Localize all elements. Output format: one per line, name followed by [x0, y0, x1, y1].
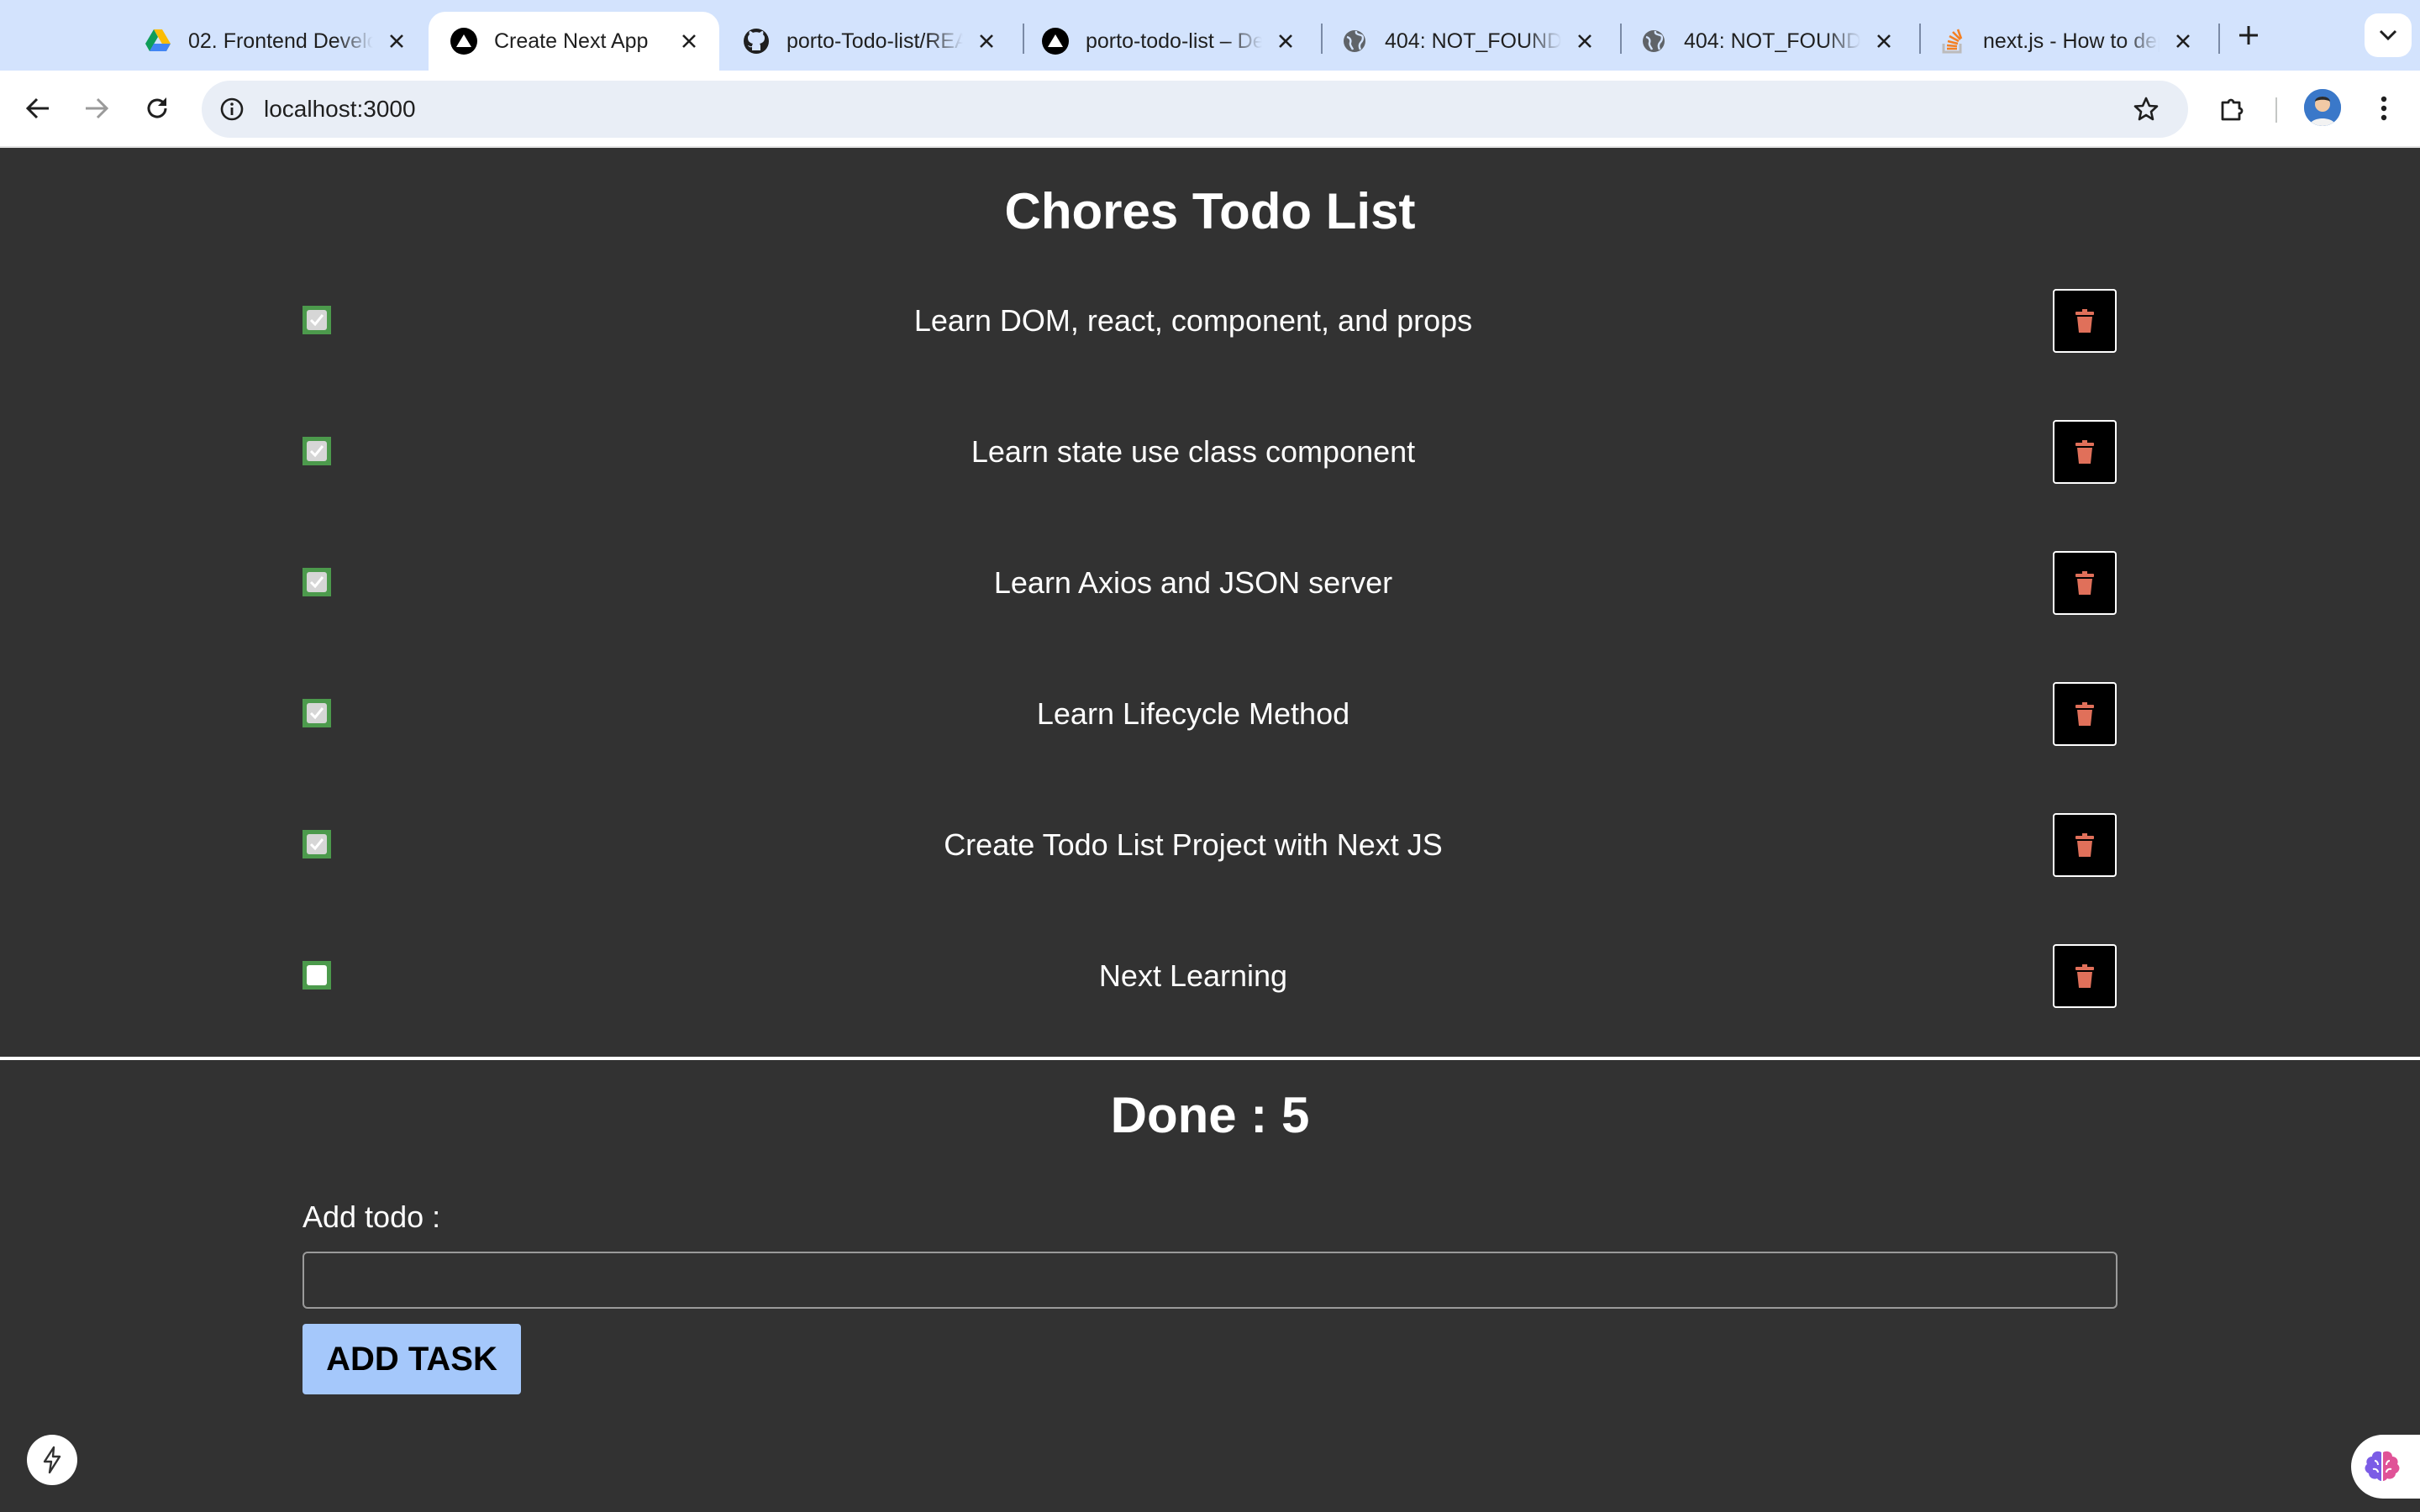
google-drive-icon	[145, 28, 171, 55]
forward-button[interactable]	[76, 87, 118, 129]
tab-title: 404: NOT_FOUND	[1684, 29, 1860, 53]
divider	[0, 1057, 2420, 1060]
arrow-left-icon	[25, 97, 49, 119]
delete-todo-button[interactable]	[2053, 289, 2117, 353]
todo-item: Next Learning	[302, 944, 2118, 1008]
vercel-icon	[450, 28, 477, 55]
close-icon[interactable]	[973, 28, 1000, 55]
close-icon[interactable]	[383, 28, 410, 55]
plus-icon	[2239, 26, 2258, 45]
tab-nextjs-stackoverflow[interactable]: next.js - How to deploy	[1918, 12, 2213, 71]
todo-text: Learn DOM, react, component, and props	[913, 303, 1473, 338]
add-todo-input[interactable]	[302, 1252, 2118, 1309]
reload-button[interactable]	[136, 87, 178, 129]
todo-item: Learn Lifecycle Method	[302, 682, 2118, 746]
close-icon[interactable]	[1870, 28, 1897, 55]
browser-toolbar: localhost:3000	[0, 71, 2420, 148]
tab-separator	[2218, 24, 2220, 54]
todo-app-page: Chores Todo List Learn DOM, react, compo…	[0, 148, 2420, 1512]
tab-404-not-found[interactable]: 404: NOT_FOUND	[1618, 12, 1914, 71]
extension-floating-button[interactable]	[2351, 1435, 2420, 1499]
tab-title: 02. Frontend Development	[188, 29, 373, 53]
trash-icon	[2075, 440, 2094, 464]
close-icon[interactable]	[1571, 28, 1598, 55]
tab-title: 404: NOT_FOUND	[1385, 29, 1561, 53]
page-title: Chores Todo List	[1004, 183, 1416, 239]
chevron-down-icon	[2379, 29, 2397, 41]
vercel-icon	[1042, 28, 1069, 55]
close-icon[interactable]	[2170, 28, 2196, 55]
trash-icon	[2075, 964, 2094, 988]
nextjs-dev-indicator[interactable]	[27, 1435, 77, 1485]
globe-icon	[1640, 28, 1667, 55]
github-icon	[743, 28, 770, 55]
trash-icon	[2075, 571, 2094, 595]
tab-create-next-app[interactable]: Create Next App	[429, 12, 719, 71]
delete-todo-button[interactable]	[2053, 682, 2117, 746]
close-icon[interactable]	[1272, 28, 1299, 55]
tab-title: next.js - How to deploy	[1983, 29, 2160, 53]
tab-porto-todo-list-deployments[interactable]: porto-todo-list – Deployments	[1020, 12, 1316, 71]
info-icon[interactable]	[213, 91, 250, 128]
delete-todo-button[interactable]	[2053, 944, 2117, 1008]
stackoverflow-icon	[1939, 28, 1966, 55]
add-todo-label: Add todo :	[302, 1200, 441, 1234]
puzzle-icon	[2221, 98, 2244, 121]
delete-todo-button[interactable]	[2053, 813, 2117, 877]
delete-todo-button[interactable]	[2053, 420, 2117, 484]
add-task-button[interactable]: ADD TASK	[302, 1324, 521, 1394]
url-text[interactable]: localhost:3000	[264, 81, 416, 138]
todo-text: Learn Axios and JSON server	[993, 565, 1393, 600]
todo-text: Learn Lifecycle Method	[1036, 696, 1350, 731]
todo-item: Learn state use class component	[302, 420, 2118, 484]
todo-item: Learn Axios and JSON server	[302, 551, 2118, 615]
tab-title: porto-todo-list – Deployments	[1086, 29, 1262, 53]
reload-icon	[147, 97, 167, 118]
todo-item: Create Todo List Project with Next JS	[302, 813, 2118, 877]
done-counter: Done : 5	[1110, 1087, 1310, 1143]
toolbar-divider	[2275, 97, 2277, 123]
arrow-right-icon	[86, 97, 109, 119]
more-vertical-icon	[2381, 96, 2387, 121]
lightning-icon	[43, 1446, 61, 1474]
new-tab-button[interactable]	[2230, 17, 2267, 54]
browser-menu-button[interactable]	[2363, 87, 2405, 129]
tab-404-not-found[interactable]: 404: NOT_FOUND	[1319, 12, 1615, 71]
trash-icon	[2075, 309, 2094, 333]
tab-search-button[interactable]	[2365, 13, 2412, 57]
browser-tab-strip: 02. Frontend Development Create Next App…	[0, 0, 2420, 71]
trash-icon	[2075, 833, 2094, 857]
delete-todo-button[interactable]	[2053, 551, 2117, 615]
extensions-button[interactable]	[2212, 87, 2254, 129]
tab-title: Create Next App	[494, 29, 649, 53]
avatar[interactable]	[2304, 89, 2341, 126]
todo-item: Learn DOM, react, component, and props	[302, 289, 2118, 353]
brain-icon	[2365, 1451, 2400, 1481]
trash-icon	[2075, 702, 2094, 726]
star-icon[interactable]	[2126, 89, 2166, 129]
close-icon[interactable]	[676, 28, 702, 55]
tab-porto-todo-list-readme[interactable]: porto-Todo-list/README.md	[721, 12, 1017, 71]
todo-text: Next Learning	[1098, 958, 1288, 993]
tab-title: porto-Todo-list/README.md	[786, 29, 963, 53]
globe-icon	[1341, 28, 1368, 55]
address-bar[interactable]: localhost:3000	[202, 81, 2188, 138]
back-button[interactable]	[17, 87, 59, 129]
todo-text: Learn state use class component	[971, 434, 1416, 469]
todo-text: Create Todo List Project with Next JS	[944, 827, 1443, 862]
tab-frontend-development[interactable]: 02. Frontend Development	[123, 12, 427, 71]
